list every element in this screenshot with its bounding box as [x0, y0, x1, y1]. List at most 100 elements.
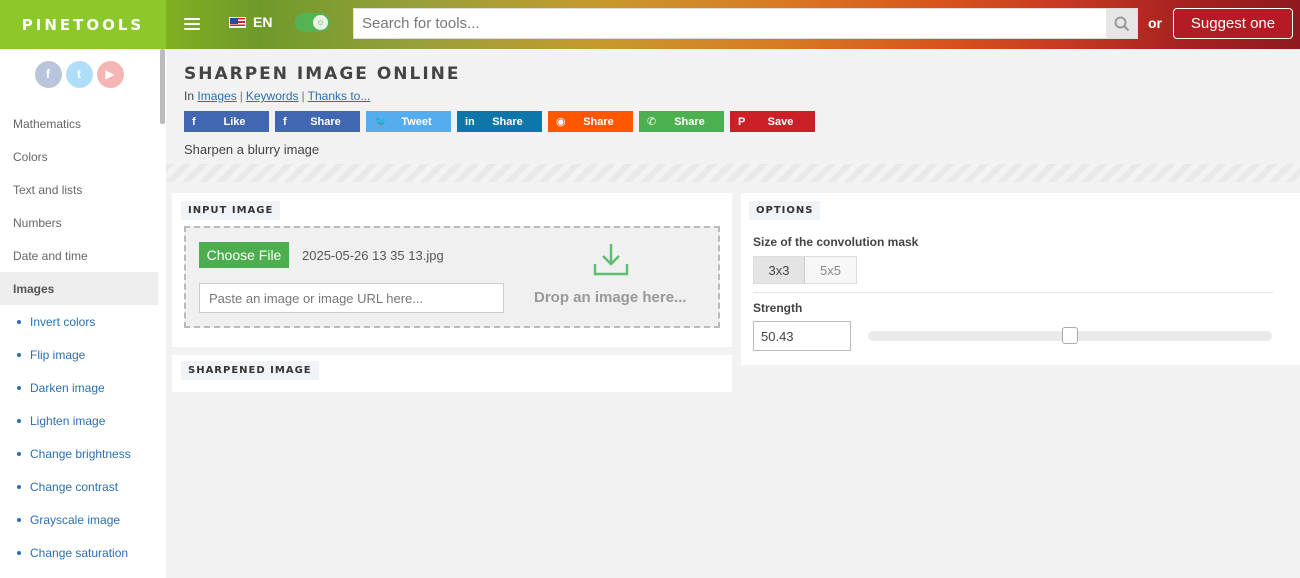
or-text: or	[1148, 15, 1162, 31]
sidebar-item-label: Lighten image	[30, 413, 106, 428]
breadcrumb-link-keywords[interactable]: Keywords	[246, 89, 299, 103]
facebook-icon: f	[192, 115, 196, 128]
sidebar-item-change-brightness[interactable]: Change brightness	[0, 437, 158, 470]
mask-option-5x5[interactable]: 5x5	[805, 257, 856, 283]
breadcrumb: In Images | Keywords | Thanks to...	[184, 89, 371, 103]
sidebar-item-label: Flip image	[30, 347, 86, 362]
sidebar-item-label: Change contrast	[30, 479, 119, 494]
share-button-linkedin[interactable]: in Share	[457, 111, 542, 132]
share-button-twitter[interactable]: 🐦 Tweet	[366, 111, 451, 132]
sidebar-item-label: Darken image	[30, 380, 105, 395]
share-button-label: Save	[767, 115, 794, 128]
sharpened-image-label: SHARPENED IMAGE	[181, 361, 319, 380]
sidebar-item-change-saturation[interactable]: Change saturation	[0, 536, 158, 569]
breadcrumb-prefix: In	[184, 89, 195, 103]
language-selector[interactable]: EN	[229, 14, 272, 30]
linkedin-icon: in	[465, 115, 475, 128]
share-button-facebook[interactable]: f Share	[275, 111, 360, 132]
sharpened-image-panel: SHARPENED IMAGE	[172, 355, 732, 392]
facebook-icon[interactable]: f	[34, 60, 62, 88]
sidebar-item-lighten-image[interactable]: Lighten image	[0, 404, 158, 437]
bullet-icon	[17, 385, 21, 390]
share-button-label: Share	[310, 115, 341, 128]
share-buttons: f Like f Share 🐦 Tweet in Share ◉ Share ✆ Share P Sav…	[184, 111, 815, 132]
bullet-icon	[17, 418, 21, 423]
mask-size-selector: 3x3 5x5	[753, 256, 857, 284]
sidebar-item-label: Change saturation	[30, 545, 129, 560]
share-button-label: Share	[583, 115, 614, 128]
search-input[interactable]	[354, 9, 1106, 38]
share-button-label: Like	[223, 115, 246, 128]
bullet-icon	[17, 517, 21, 522]
sidebar-item-invert-colors[interactable]: Invert colors	[0, 305, 158, 338]
image-url-input[interactable]	[199, 283, 504, 313]
strength-slider-handle[interactable]	[1062, 327, 1078, 344]
options-label: OPTIONS	[749, 201, 821, 220]
reddit-icon: ◉	[556, 116, 566, 128]
choose-file-button[interactable]: Choose File	[199, 242, 289, 268]
share-button-label: Tweet	[401, 115, 432, 128]
hamburger-menu-icon[interactable]	[184, 14, 200, 34]
sidebar-category-colors[interactable]: Colors	[0, 140, 158, 173]
pinterest-icon: P	[738, 115, 746, 128]
site-logo[interactable]: PINETOOLS	[0, 0, 166, 49]
bullet-icon	[17, 550, 21, 555]
mask-option-3x3[interactable]: 3x3	[754, 257, 805, 283]
whatsapp-icon: ✆	[647, 116, 657, 128]
suggest-button[interactable]: Suggest one	[1173, 8, 1293, 39]
input-image-panel: INPUT IMAGE Choose File 2025-05-26 13 35…	[172, 193, 732, 347]
sidebar-item-label: Invert colors	[30, 314, 96, 329]
strength-input[interactable]	[753, 321, 851, 351]
input-image-label: INPUT IMAGE	[181, 201, 281, 220]
top-header: PINETOOLS EN ☼ or Suggest one	[0, 0, 1300, 49]
options-panel: OPTIONS Size of the convolution mask 3x3…	[741, 193, 1300, 365]
share-button-pinterest[interactable]: P Save	[730, 111, 815, 132]
share-button-reddit[interactable]: ◉ Share	[548, 111, 633, 132]
breadcrumb-link-images[interactable]: Images	[197, 89, 236, 103]
sidebar-category-numbers[interactable]: Numbers	[0, 206, 158, 239]
search-icon[interactable]	[1106, 9, 1137, 38]
page-description: Sharpen a blurry image	[184, 142, 320, 157]
facebook-icon: f	[283, 115, 287, 128]
share-button-label: Share	[674, 115, 705, 128]
sidebar-item-flip-image[interactable]: Flip image	[0, 338, 158, 371]
page-title: SHARPEN IMAGE ONLINE	[184, 64, 461, 84]
download-icon	[591, 242, 631, 278]
mask-size-label: Size of the convolution mask	[753, 235, 919, 249]
sidebar-item-label: Change brightness	[30, 446, 131, 461]
strength-label: Strength	[753, 301, 803, 315]
breadcrumb-link-thanks[interactable]: Thanks to...	[308, 89, 371, 103]
sidebar-item-change-contrast[interactable]: Change contrast	[0, 470, 158, 503]
share-button-facebook[interactable]: f Like	[184, 111, 269, 132]
share-button-label: Share	[492, 115, 523, 128]
share-button-whatsapp[interactable]: ✆ Share	[639, 111, 724, 132]
sidebar-category-text-and-lists[interactable]: Text and lists	[0, 173, 158, 206]
twitter-icon[interactable]: t	[65, 60, 93, 88]
bullet-icon	[17, 484, 21, 489]
theme-toggle[interactable]: ☼	[295, 13, 330, 32]
bullet-icon	[17, 451, 21, 456]
sidebar-scrollbar[interactable]	[160, 49, 165, 124]
strength-slider[interactable]	[868, 327, 1272, 344]
sidebar-item-label: Grayscale image	[30, 512, 121, 527]
image-dropzone[interactable]: Choose File 2025-05-26 13 35 13.jpg Drop…	[184, 226, 720, 328]
sidebar-item-grayscale-image[interactable]: Grayscale image	[0, 503, 158, 536]
sidebar: f t ▶ Mathematics Colors Text and lists Numbe…	[0, 49, 166, 578]
selected-file-name: 2025-05-26 13 35 13.jpg	[302, 248, 444, 263]
search-bar	[353, 8, 1138, 39]
sun-icon: ☼	[313, 15, 328, 30]
sidebar-category-mathematics[interactable]: Mathematics	[0, 107, 158, 140]
drop-image-text[interactable]: Drop an image here...	[534, 289, 687, 306]
bullet-icon	[17, 319, 21, 324]
sidebar-category-date-and-time[interactable]: Date and time	[0, 239, 158, 272]
sidebar-item-darken-image[interactable]: Darken image	[0, 371, 158, 404]
sidebar-category-images[interactable]: Images	[0, 272, 158, 305]
language-label: EN	[253, 14, 273, 30]
twitter-icon: 🐦	[374, 116, 388, 128]
bullet-icon	[17, 352, 21, 357]
youtube-icon[interactable]: ▶	[96, 60, 124, 88]
us-flag-icon	[229, 16, 246, 28]
sidebar-socials: f t ▶	[0, 49, 166, 99]
divider-stripe	[166, 164, 1300, 182]
options-divider	[753, 292, 1273, 293]
